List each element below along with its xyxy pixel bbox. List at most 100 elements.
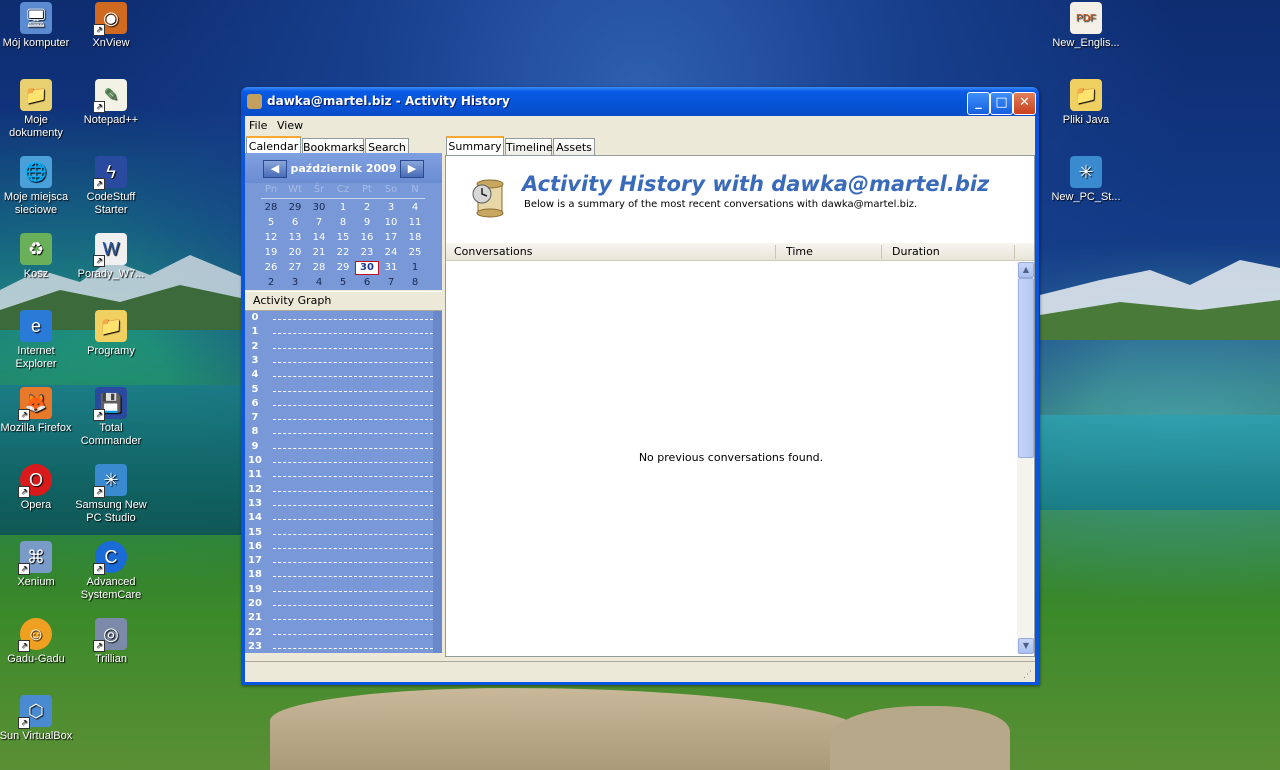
calendar-day[interactable]: 2 (355, 201, 379, 215)
calendar-day[interactable]: 20 (283, 246, 307, 260)
desktop-icon-porady[interactable]: W Porady_W7... (73, 233, 149, 281)
close-button[interactable]: ✕ (1013, 92, 1036, 115)
prev-month-button[interactable]: ◀ (263, 160, 287, 178)
hour-label: 15 (248, 526, 262, 538)
desktop-icon-xnview[interactable]: ◉ XnView (73, 2, 149, 50)
desktop-icon-notepadpp[interactable]: ✎ Notepad++ (73, 79, 149, 127)
calendar-day[interactable]: 1 (331, 201, 355, 215)
calendar-day[interactable]: 8 (331, 216, 355, 230)
calendar-day[interactable]: 4 (307, 276, 331, 290)
calendar-day[interactable]: 12 (259, 231, 283, 245)
calendar-day[interactable]: 24 (379, 246, 403, 260)
column-time[interactable]: Time (786, 245, 813, 258)
column-conversations[interactable]: Conversations (454, 245, 532, 258)
desktop-icon-internet-explorer[interactable]: e Internet Explorer (0, 310, 74, 371)
desktop-icon-label: Advanced SystemCare (80, 576, 142, 601)
desktop-icon-network-places[interactable]: 🌐 Moje miejsca sieciowe (0, 156, 74, 217)
desktop-icon-firefox[interactable]: 🦊 Mozilla Firefox (0, 387, 74, 435)
weekday-label: Pt (362, 184, 372, 195)
calendar-day[interactable]: 19 (259, 246, 283, 260)
calendar-day[interactable]: 28 (307, 261, 331, 275)
next-month-button[interactable]: ▶ (400, 160, 424, 178)
hour-gridline (273, 490, 433, 492)
desktop-icon-new-english-pdf[interactable]: PDF New_Englis... (1048, 2, 1124, 50)
hour-label: 19 (248, 583, 262, 595)
calendar-day[interactable]: 13 (283, 231, 307, 245)
calendar-day[interactable]: 18 (403, 231, 427, 245)
calendar-day[interactable]: 16 (355, 231, 379, 245)
calendar-day[interactable]: 1 (403, 261, 427, 275)
maximize-button[interactable]: □ (990, 92, 1013, 115)
conversations-scrollbar[interactable]: ▲ ▼ (1017, 262, 1034, 654)
activity-graph: 0 1 2 3 4 5 6 7 8 9 10 11 12 13 14 15 16 17 18 19 20 21 22 23 (245, 311, 442, 653)
menu-view[interactable]: View (277, 119, 303, 132)
desktop-icon-my-computer[interactable]: 🖥 Mój komputer (0, 2, 74, 50)
hour-gridline (273, 619, 433, 621)
minimize-button[interactable]: _ (967, 92, 990, 115)
calendar-day[interactable]: 22 (331, 246, 355, 260)
calendar-day[interactable]: 6 (355, 276, 379, 290)
column-divider[interactable] (1014, 245, 1015, 259)
calendar-day[interactable]: 29 (283, 201, 307, 215)
desktop-icon-label: Mozilla Firefox (0, 422, 72, 434)
summary-title: Activity History with dawka@martel.biz (522, 172, 990, 196)
desktop-icon-new-pc-studio[interactable]: ✳ New_PC_St... (1048, 156, 1124, 204)
title-bar[interactable]: dawka@martel.biz - Activity History _ □ … (241, 87, 1039, 116)
calendar-day[interactable]: 30 (355, 261, 379, 275)
calendar-day[interactable]: 4 (403, 201, 427, 215)
menu-file[interactable]: File (249, 119, 267, 132)
hour-gridline (273, 476, 433, 478)
calendar-day[interactable]: 17 (379, 231, 403, 245)
column-divider[interactable] (881, 245, 882, 259)
desktop-icon-recycle-bin[interactable]: ♻ Kosz (0, 233, 74, 281)
scroll-thumb[interactable] (1018, 278, 1034, 458)
desktop-icon-total-commander[interactable]: 💾 Total Commander (73, 387, 149, 448)
scroll-down-icon[interactable]: ▼ (1018, 638, 1034, 654)
hour-gridline (273, 419, 433, 421)
scroll-up-icon[interactable]: ▲ (1018, 262, 1034, 278)
calendar-day[interactable]: 21 (307, 246, 331, 260)
calendar-day[interactable]: 14 (307, 231, 331, 245)
desktop-icon-programy[interactable]: 📁 Programy (73, 310, 149, 358)
hour-label: 1 (251, 326, 259, 338)
desktop-icon-trillian[interactable]: ◎ Trillian (73, 618, 149, 666)
resize-grip-icon[interactable]: ⋰ (1023, 670, 1033, 680)
desktop-icon-gadu-gadu[interactable]: ☺ Gadu-Gadu (0, 618, 74, 666)
calendar-day[interactable]: 25 (403, 246, 427, 260)
calendar-day[interactable]: 23 (355, 246, 379, 260)
calendar-day[interactable]: 29 (331, 261, 355, 275)
desktop-icon-pliki-java[interactable]: 📁 Pliki Java (1048, 79, 1124, 127)
calendar-day[interactable]: 2 (259, 276, 283, 290)
desktop-icon-my-documents[interactable]: 📁 Moje dokumenty (0, 79, 74, 140)
calendar-day[interactable]: 8 (403, 276, 427, 290)
calendar-day[interactable]: 5 (259, 216, 283, 230)
calendar-day[interactable]: 7 (307, 216, 331, 230)
activity-graph-scrollbar[interactable] (433, 311, 442, 653)
calendar-day[interactable]: 28 (259, 201, 283, 215)
tab-summary[interactable]: Summary (446, 136, 504, 157)
desktop-icon-advanced-systemcare[interactable]: C Advanced SystemCare (73, 541, 149, 602)
desktop-icon-opera[interactable]: O Opera (0, 464, 74, 512)
calendar-day[interactable]: 9 (355, 216, 379, 230)
calendar-day[interactable]: 11 (403, 216, 427, 230)
calendar-day[interactable]: 30 (307, 201, 331, 215)
total-commander-icon: 💾 (93, 387, 127, 421)
desktop-icon-codestuff[interactable]: ϟ CodeStuff Starter (73, 156, 149, 217)
calendar-day[interactable]: 6 (283, 216, 307, 230)
calendar-day[interactable]: 3 (283, 276, 307, 290)
calendar-day[interactable]: 10 (379, 216, 403, 230)
desktop-icon-samsung-pc-studio[interactable]: ✳ Samsung New PC Studio (73, 464, 149, 525)
calendar-day[interactable]: 5 (331, 276, 355, 290)
column-divider[interactable] (775, 245, 776, 259)
calendar-day[interactable]: 27 (283, 261, 307, 275)
column-duration[interactable]: Duration (892, 245, 940, 258)
hour-gridline (273, 447, 433, 449)
calendar-day[interactable]: 7 (379, 276, 403, 290)
desktop-icon-virtualbox[interactable]: ⬡ Sun VirtualBox (0, 695, 74, 743)
desktop-icon-xenium[interactable]: ⌘ Xenium (0, 541, 74, 589)
calendar-day[interactable]: 31 (379, 261, 403, 275)
calendar-day[interactable]: 3 (379, 201, 403, 215)
calendar-day[interactable]: 15 (331, 231, 355, 245)
calendar-day[interactable]: 26 (259, 261, 283, 275)
recycle-bin-icon: ♻ (20, 233, 52, 265)
